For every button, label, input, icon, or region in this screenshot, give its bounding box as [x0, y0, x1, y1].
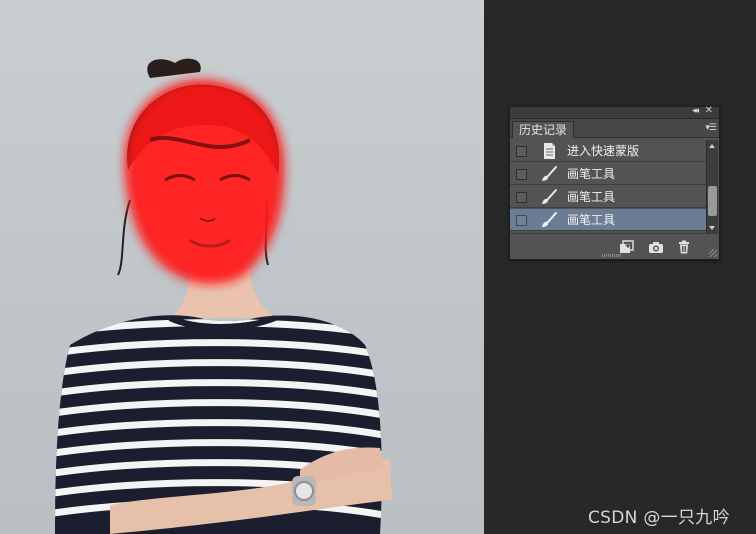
history-item[interactable]: 画笔工具 [510, 186, 706, 208]
history-item-label: 进入快速蒙版 [567, 144, 640, 158]
snapshot-source-checkbox[interactable] [516, 146, 527, 157]
history-item-label: 画笔工具 [567, 190, 616, 204]
brush-icon [539, 165, 559, 183]
photoshop-window: ◂◂ ✕ 历史记录 ▾☰ 进入快速蒙版 画笔工具 画笔工具 画笔工具 CSDN … [0, 0, 756, 534]
brush-icon [539, 211, 559, 229]
watermark-text: CSDN @一只九吟 [588, 508, 730, 528]
panel-resize-grip[interactable] [602, 254, 622, 257]
panel-menu-icon[interactable]: ▾☰ [705, 123, 717, 133]
history-item[interactable]: 画笔工具 [510, 163, 706, 185]
history-item[interactable]: 进入快速蒙版 [510, 140, 706, 162]
tab-history[interactable]: 历史记录 [512, 121, 575, 138]
snapshot-source-checkbox[interactable] [516, 215, 527, 226]
panel-footer [510, 233, 719, 259]
scroll-up-icon[interactable] [709, 144, 715, 148]
scroll-thumb[interactable] [708, 186, 717, 216]
panel-title-bar[interactable]: ◂◂ ✕ [510, 105, 719, 119]
history-item-selected[interactable]: 画笔工具 [510, 209, 706, 231]
panel-tabbar: 历史记录 ▾☰ [510, 119, 719, 138]
snapshot-source-checkbox[interactable] [516, 192, 527, 203]
quick-mask-overlay [124, 79, 285, 285]
camera-icon[interactable] [648, 239, 664, 253]
brush-icon [539, 188, 559, 206]
document-icon [539, 142, 559, 160]
panel-corner-resize[interactable] [709, 249, 717, 257]
history-scrollbar[interactable] [706, 140, 718, 234]
history-list: 进入快速蒙版 画笔工具 画笔工具 画笔工具 [510, 140, 706, 234]
wristwatch [292, 476, 316, 506]
close-icon[interactable]: ✕ [705, 105, 713, 116]
new-document-icon[interactable] [618, 239, 634, 253]
document-canvas[interactable] [0, 0, 484, 534]
scroll-down-icon[interactable] [709, 226, 715, 230]
portrait-photo [55, 58, 392, 534]
history-item-label: 画笔工具 [567, 167, 616, 181]
workspace-background [484, 0, 756, 534]
history-panel: ◂◂ ✕ 历史记录 ▾☰ 进入快速蒙版 画笔工具 画笔工具 画笔工具 [509, 105, 720, 260]
trash-icon[interactable] [676, 239, 692, 254]
snapshot-source-checkbox[interactable] [516, 169, 527, 180]
collapse-panel-icon[interactable]: ◂◂ [692, 106, 699, 116]
history-item-label: 画笔工具 [567, 213, 616, 227]
